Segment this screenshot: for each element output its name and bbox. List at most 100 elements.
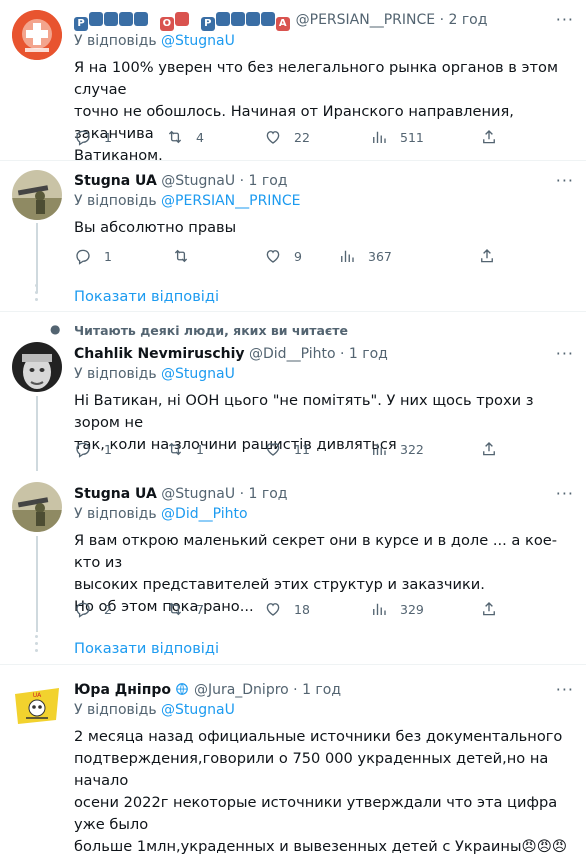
handle[interactable]: @PERSIAN__PRINCE <box>296 12 435 28</box>
reply-icon <box>76 442 90 458</box>
tweet-text-line: Ні Ватикан, ні ООН цього "не помітять". … <box>74 392 534 431</box>
reply-button[interactable]: 1 <box>74 440 112 458</box>
reply-handle[interactable]: @StugnaU <box>161 366 235 382</box>
tweet-header: Stugna UA @StugnaU · 1 год <box>74 484 572 504</box>
more-options-button[interactable]: ··· <box>556 10 574 29</box>
soldier-avatar-icon <box>12 170 62 220</box>
tweet-text: 2 месяца назад официальные источники без… <box>74 726 572 858</box>
handle[interactable]: @Did__Pihto <box>249 346 336 362</box>
reply-icon <box>76 249 90 265</box>
share-button[interactable] <box>478 247 508 265</box>
like-button[interactable]: 9 <box>264 247 302 265</box>
reply-handle[interactable]: @Did__Pihto <box>161 506 248 522</box>
tweet-chahlik[interactable]: Chahlik Nevmiruschiy @Did__Pihto · 1 год… <box>0 342 586 472</box>
separator: · <box>239 173 245 189</box>
retweet-button[interactable]: 7 <box>166 600 204 618</box>
tweet-stugna-2[interactable]: Stugna UA @StugnaU · 1 год У відповідь @… <box>0 482 586 660</box>
tweet-jura-dnipro[interactable]: UA Юра Дніпро @Jura_Dnipro · 1 год У від… <box>0 672 586 855</box>
heart-icon <box>266 603 280 616</box>
like-button[interactable]: 11 <box>264 440 310 458</box>
timestamp[interactable]: 1 год <box>248 486 287 502</box>
tweet-text-line: подтверждения,говорили о 750 000 украден… <box>74 750 549 789</box>
more-options-button[interactable]: ··· <box>556 344 574 363</box>
tweet-text-line: Вы абсолютно правы <box>74 219 237 236</box>
analytics-icon <box>341 250 354 262</box>
like-count: 18 <box>294 601 310 617</box>
share-button[interactable] <box>480 128 510 146</box>
like-count: 22 <box>294 129 310 145</box>
reply-context: У відповідь @PERSIAN__PRINCE <box>74 191 572 211</box>
retweet-button[interactable] <box>172 247 202 265</box>
thread-dots <box>35 635 38 656</box>
timestamp[interactable]: 1 год <box>349 346 388 362</box>
reply-context: У відповідь @StugnaU <box>74 364 572 384</box>
medical-cross-avatar-icon <box>12 10 62 60</box>
display-name[interactable]: P O P A <box>74 12 296 31</box>
display-name[interactable]: Stugna UA <box>74 173 157 189</box>
views-button[interactable]: 322 <box>370 440 424 458</box>
tweet-text-line: больше 1млн,украденных и вывезенных дете… <box>74 838 568 855</box>
reply-handle[interactable]: @PERSIAN__PRINCE <box>161 193 300 209</box>
timestamp[interactable]: 1 год <box>302 682 341 698</box>
tweet-persian-prince[interactable]: P O P A @PERSIAN__PRINCE · 2 год У відпо… <box>0 0 586 164</box>
tweet-stugna-1[interactable]: Stugna UA @StugnaU · 1 год У відповідь @… <box>0 161 586 311</box>
thread-dots <box>35 284 38 305</box>
more-options-button[interactable]: ··· <box>556 171 574 190</box>
retweet-button[interactable]: 1 <box>166 440 204 458</box>
share-button[interactable] <box>480 440 510 458</box>
show-replies-link[interactable]: Показати відповіді <box>74 288 219 305</box>
tweet-text-line: 2 месяца назад официальные источники без… <box>74 728 563 745</box>
timestamp[interactable]: 1 год <box>248 173 287 189</box>
handle[interactable]: @StugnaU <box>161 173 235 189</box>
share-icon <box>483 442 495 456</box>
retweet-count: 7 <box>196 601 204 617</box>
reply-prefix: У відповідь <box>74 33 157 49</box>
handle[interactable]: @StugnaU <box>161 486 235 502</box>
tweet-text-line: Я на 100% уверен что без нелегального ры… <box>74 59 558 98</box>
retweet-icon <box>168 602 182 616</box>
reply-handle[interactable]: @StugnaU <box>161 33 235 49</box>
view-count: 322 <box>400 441 424 457</box>
tweet-text-line: Я вам открою маленький секрет они в курс… <box>74 532 557 571</box>
tweet-text: Вы абсолютно правы <box>74 217 572 239</box>
analytics-icon <box>373 603 386 615</box>
views-button[interactable]: 329 <box>370 600 424 618</box>
share-icon <box>481 249 493 263</box>
reply-handle[interactable]: @StugnaU <box>161 702 235 718</box>
views-button[interactable]: 367 <box>338 247 392 265</box>
reply-icon <box>76 602 90 618</box>
angry-face-icons: 😠😠😠 <box>521 838 568 855</box>
views-button[interactable]: 511 <box>370 128 424 146</box>
retweet-button[interactable]: 4 <box>166 128 204 146</box>
reply-button[interactable]: 1 <box>74 247 112 265</box>
share-icon <box>483 602 495 616</box>
reply-context: У відповідь @StugnaU <box>74 700 572 720</box>
avatar[interactable] <box>12 170 62 220</box>
display-name[interactable]: Chahlik Nevmiruschiy <box>74 346 245 362</box>
more-options-button[interactable]: ··· <box>556 680 574 699</box>
like-button[interactable]: 22 <box>264 128 310 146</box>
analytics-icon <box>373 131 386 143</box>
heart-icon <box>266 250 280 263</box>
display-name[interactable]: Stugna UA <box>74 486 157 502</box>
reply-button[interactable]: 1 <box>74 128 112 146</box>
retweet-count: 1 <box>196 441 204 457</box>
reply-prefix: У відповідь <box>74 506 157 522</box>
reply-prefix: У відповідь <box>74 193 157 209</box>
share-button[interactable] <box>480 600 510 618</box>
display-name[interactable]: Юра Дніпро <box>74 682 171 698</box>
reply-button[interactable]: 2 <box>74 600 112 618</box>
timestamp[interactable]: 2 год <box>448 12 487 28</box>
avatar[interactable] <box>12 482 62 532</box>
thread-line <box>36 396 38 471</box>
avatar[interactable]: UA <box>12 680 62 730</box>
handle[interactable]: @Jura_Dnipro <box>194 682 289 698</box>
analytics-icon <box>373 443 386 455</box>
more-options-button[interactable]: ··· <box>556 484 574 503</box>
show-replies-link[interactable]: Показати відповіді <box>74 640 219 657</box>
separator: · <box>239 486 245 502</box>
avatar[interactable] <box>12 10 62 60</box>
avatar[interactable] <box>12 342 62 392</box>
tweet-header: Stugna UA @StugnaU · 1 год <box>74 171 572 191</box>
like-button[interactable]: 18 <box>264 600 310 618</box>
